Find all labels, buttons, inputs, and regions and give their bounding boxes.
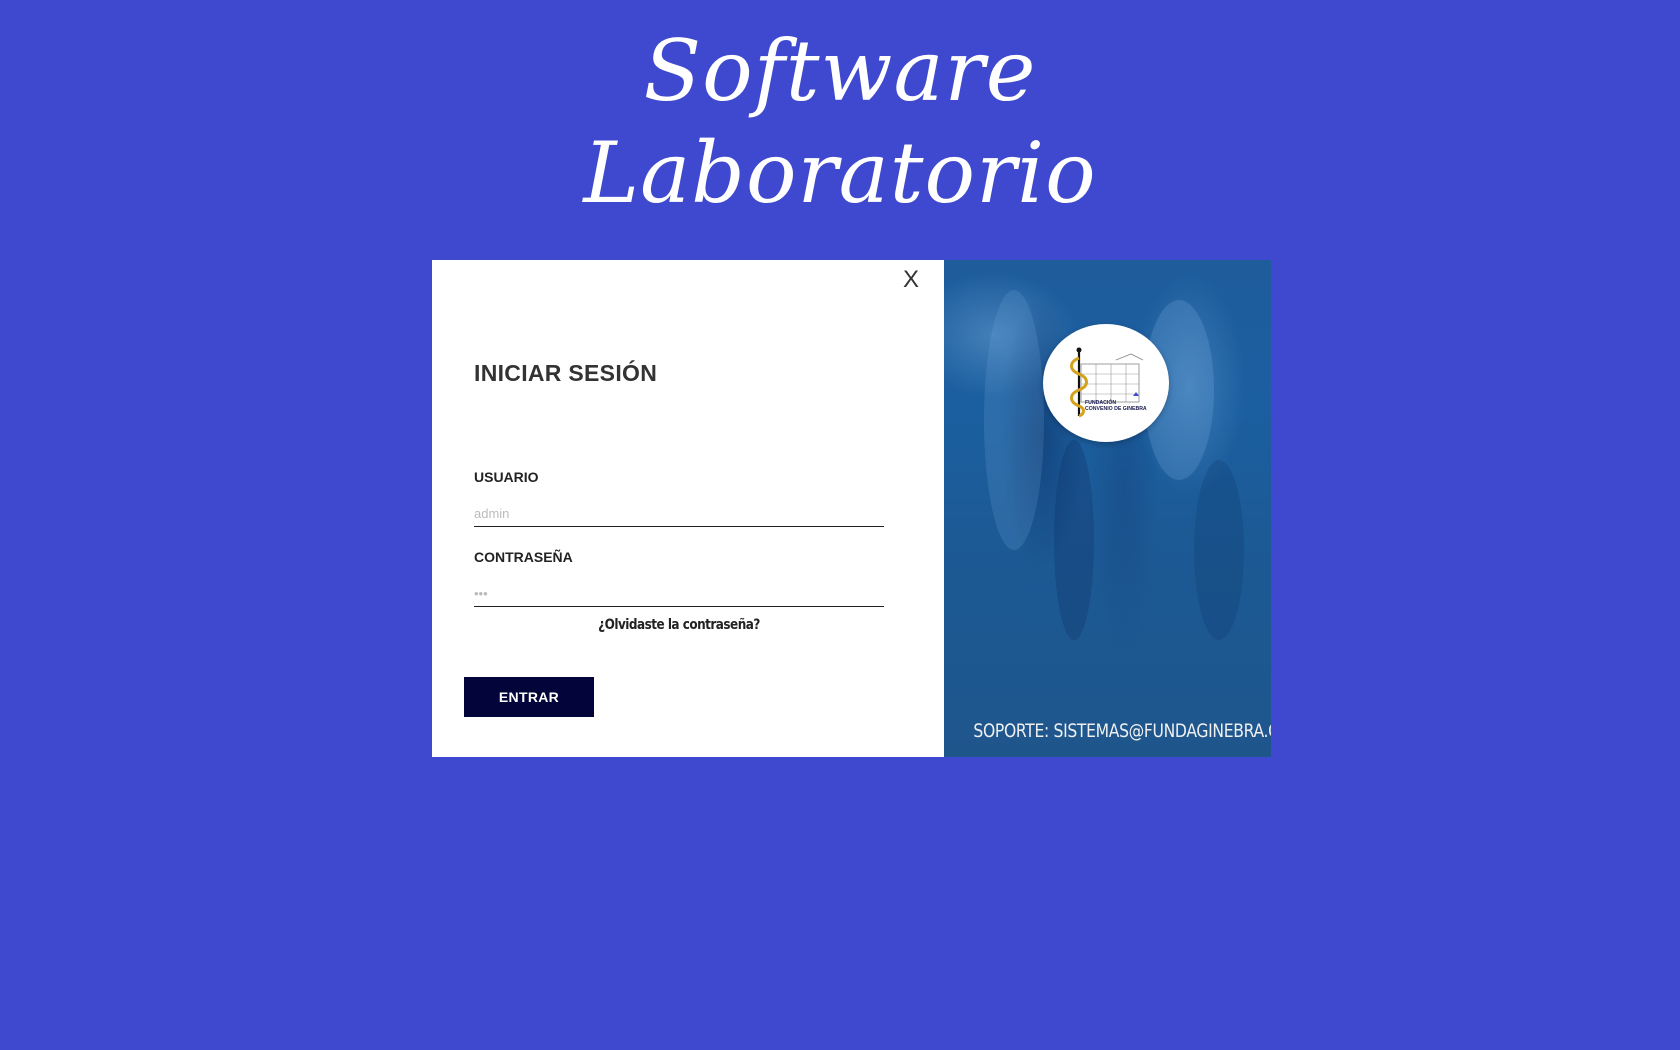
app-title: Software Laboratorio xyxy=(0,20,1680,224)
password-label: CONTRASEÑA xyxy=(474,549,573,565)
login-card: X INICIAR SESIÓN USUARIO CONTRASEÑA ¿Olv… xyxy=(432,260,1271,757)
side-image-panel: FUNDACIÓN CONVENIO DE GINEBRA SOPORTE: S… xyxy=(944,260,1271,757)
app-title-line1: Software xyxy=(643,22,1037,120)
password-input[interactable] xyxy=(474,580,884,607)
caduceus-logo-icon: FUNDACIÓN CONVENIO DE GINEBRA xyxy=(1070,347,1147,418)
fabric-fold xyxy=(984,290,1044,550)
foundation-logo: FUNDACIÓN CONVENIO DE GINEBRA xyxy=(1043,324,1169,442)
login-submit-button[interactable]: ENTRAR xyxy=(464,677,594,717)
close-button[interactable]: X xyxy=(896,264,926,296)
forgot-password-link[interactable]: ¿Olvidaste la contraseña? xyxy=(503,617,856,633)
login-title: INICIAR SESIÓN xyxy=(474,360,658,386)
support-email-text: SOPORTE: SISTEMAS@FUNDAGINEBRA.COM xyxy=(973,720,1271,742)
logo-text: CONVENIO DE GINEBRA xyxy=(1085,406,1147,412)
login-form-panel: X INICIAR SESIÓN USUARIO CONTRASEÑA ¿Olv… xyxy=(432,260,944,757)
fabric-fold xyxy=(1054,440,1094,640)
username-input[interactable] xyxy=(474,500,884,527)
logo-text: FUNDACIÓN xyxy=(1085,398,1116,406)
fabric-fold xyxy=(1194,460,1244,640)
username-label: USUARIO xyxy=(474,469,539,485)
app-title-line2: Laboratorio xyxy=(583,124,1097,222)
